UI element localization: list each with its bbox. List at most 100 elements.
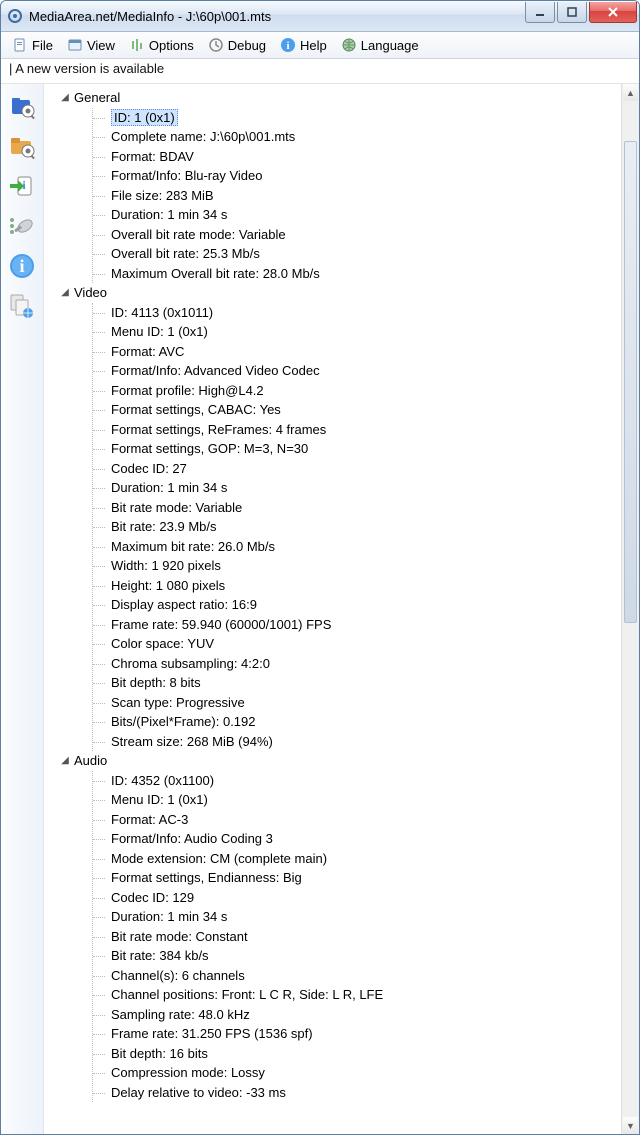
tree-item-text: Frame rate: 31.250 FPS (1536 spf) (111, 1026, 313, 1041)
sidebar-about[interactable]: i (6, 250, 38, 282)
tree-group-label: General (74, 88, 120, 108)
tree-item[interactable]: Duration: 1 min 34 s (93, 907, 621, 927)
tree-item[interactable]: Compression mode: Lossy (93, 1063, 621, 1083)
tree-item[interactable]: ID: 4113 (0x1011) (93, 303, 621, 323)
tree-item[interactable]: Bit depth: 16 bits (93, 1044, 621, 1064)
tree-item[interactable]: Frame rate: 31.250 FPS (1536 spf) (93, 1024, 621, 1044)
tree-group-header[interactable]: ◢ Audio (60, 751, 621, 771)
tree-item[interactable]: Codec ID: 27 (93, 459, 621, 479)
collapse-icon[interactable]: ◢ (60, 90, 70, 105)
tree-item[interactable]: Frame rate: 59.940 (60000/1001) FPS (93, 615, 621, 635)
tree-item[interactable]: Overall bit rate: 25.3 Mb/s (93, 244, 621, 264)
sidebar-open-file[interactable] (6, 90, 38, 122)
tree-item-text: Compression mode: Lossy (111, 1065, 265, 1080)
tree-item[interactable]: Format settings, GOP: M=3, N=30 (93, 439, 621, 459)
tree-item[interactable]: Height: 1 080 pixels (93, 576, 621, 596)
tree-item-text: Duration: 1 min 34 s (111, 207, 227, 222)
tree-item[interactable]: Maximum bit rate: 26.0 Mb/s (93, 537, 621, 557)
tree-item[interactable]: Format settings, Endianness: Big (93, 868, 621, 888)
tree-item[interactable]: Bit rate: 23.9 Mb/s (93, 517, 621, 537)
tree-item[interactable]: File size: 283 MiB (93, 186, 621, 206)
tree-item[interactable]: Chroma subsampling: 4:2:0 (93, 654, 621, 674)
tree-item[interactable]: Codec ID: 129 (93, 888, 621, 908)
maximize-button[interactable] (557, 2, 587, 23)
tree-item-text: File size: 283 MiB (111, 188, 214, 203)
tree-item[interactable]: Format: AVC (93, 342, 621, 362)
tree-item[interactable]: Bit rate: 384 kb/s (93, 946, 621, 966)
vertical-scrollbar[interactable]: ▲ ▼ (621, 84, 639, 1134)
tree-item[interactable]: ID: 1 (0x1) (93, 108, 621, 128)
tree-item[interactable]: Sampling rate: 48.0 kHz (93, 1005, 621, 1025)
menu-options[interactable]: Options (124, 35, 199, 55)
sidebar-export[interactable]: i (6, 170, 38, 202)
scroll-up-arrow[interactable]: ▲ (623, 84, 638, 101)
tree-item[interactable]: Mode extension: CM (complete main) (93, 849, 621, 869)
update-notice[interactable]: | A new version is available (1, 59, 639, 84)
body: i i ◢ GeneralID: 1 (0x1)Complete name: J:… (1, 84, 639, 1134)
tree-item[interactable]: Bit rate mode: Constant (93, 927, 621, 947)
tree-item[interactable]: Menu ID: 1 (0x1) (93, 790, 621, 810)
tree-item[interactable]: Bits/(Pixel*Frame): 0.192 (93, 712, 621, 732)
tree-item[interactable]: Width: 1 920 pixels (93, 556, 621, 576)
tree-item-text: Format settings, CABAC: Yes (111, 402, 281, 417)
sidebar-website[interactable] (6, 290, 38, 322)
tree-item-text: Format: BDAV (111, 149, 194, 164)
tree-group-label: Audio (74, 751, 107, 771)
tree-item[interactable]: Complete name: J:\60p\001.mts (93, 127, 621, 147)
menu-debug[interactable]: Debug (203, 35, 271, 55)
minimize-button[interactable] (525, 2, 555, 23)
tree-item[interactable]: Maximum Overall bit rate: 28.0 Mb/s (93, 264, 621, 284)
tree-item-text: ID: 4113 (0x1011) (111, 305, 213, 320)
globe-icon (341, 37, 357, 53)
window-title: MediaArea.net/MediaInfo - J:\60p\001.mts (29, 9, 523, 24)
tree-item[interactable]: Format/Info: Blu-ray Video (93, 166, 621, 186)
tree-item[interactable]: Format: BDAV (93, 147, 621, 167)
scroll-thumb[interactable] (624, 141, 637, 623)
tree-item-text: Stream size: 268 MiB (94%) (111, 734, 273, 749)
close-button[interactable] (589, 2, 637, 23)
tree-item[interactable]: Bit rate mode: Variable (93, 498, 621, 518)
tree-item[interactable]: Format/Info: Advanced Video Codec (93, 361, 621, 381)
tree-item-text: Channel positions: Front: L C R, Side: L… (111, 987, 383, 1002)
menu-view[interactable]: View (62, 35, 120, 55)
menu-help[interactable]: i Help (275, 35, 332, 55)
app-icon (7, 8, 23, 24)
tree-item[interactable]: Scan type: Progressive (93, 693, 621, 713)
tree-item[interactable]: Channel positions: Front: L C R, Side: L… (93, 985, 621, 1005)
tree-item[interactable]: Format profile: High@L4.2 (93, 381, 621, 401)
tree-item-text: Bit depth: 16 bits (111, 1046, 208, 1061)
titlebar[interactable]: MediaArea.net/MediaInfo - J:\60p\001.mts (1, 1, 639, 32)
tree-item[interactable]: Format settings, ReFrames: 4 frames (93, 420, 621, 440)
tree-group-header[interactable]: ◢ Video (60, 283, 621, 303)
tree-item[interactable]: Format/Info: Audio Coding 3 (93, 829, 621, 849)
sidebar-open-folder[interactable] (6, 130, 38, 162)
tree-item[interactable]: ID: 4352 (0x1100) (93, 771, 621, 791)
sidebar-preferences[interactable] (6, 210, 38, 242)
tree-item[interactable]: Menu ID: 1 (0x1) (93, 322, 621, 342)
scroll-down-arrow[interactable]: ▼ (623, 1117, 638, 1134)
tree-item[interactable]: Display aspect ratio: 16:9 (93, 595, 621, 615)
sidebar: i i (1, 84, 44, 1134)
tree-item-text: Bit rate mode: Constant (111, 929, 248, 944)
menu-language[interactable]: Language (336, 35, 424, 55)
scroll-track[interactable] (622, 101, 639, 1117)
property-tree[interactable]: ◢ GeneralID: 1 (0x1)Complete name: J:\60p… (48, 88, 621, 1130)
tree-item[interactable]: Format settings, CABAC: Yes (93, 400, 621, 420)
tree-group-header[interactable]: ◢ General (60, 88, 621, 108)
file-icon (12, 37, 28, 53)
menu-file[interactable]: File (7, 35, 58, 55)
tree-item[interactable]: Color space: YUV (93, 634, 621, 654)
tree-item[interactable]: Bit depth: 8 bits (93, 673, 621, 693)
collapse-icon[interactable]: ◢ (60, 753, 70, 768)
tree-item[interactable]: Channel(s): 6 channels (93, 966, 621, 986)
tree-item[interactable]: Duration: 1 min 34 s (93, 205, 621, 225)
tree-item[interactable]: Delay relative to video: -33 ms (93, 1083, 621, 1103)
tree-item[interactable]: Duration: 1 min 34 s (93, 478, 621, 498)
tree-item[interactable]: Format: AC-3 (93, 810, 621, 830)
tree-item[interactable]: Overall bit rate mode: Variable (93, 225, 621, 245)
tree-item-text: Format settings, ReFrames: 4 frames (111, 422, 326, 437)
collapse-icon[interactable]: ◢ (60, 285, 70, 300)
menu-debug-label: Debug (228, 38, 266, 53)
tree-group-label: Video (74, 283, 107, 303)
tree-item[interactable]: Stream size: 268 MiB (94%) (93, 732, 621, 752)
